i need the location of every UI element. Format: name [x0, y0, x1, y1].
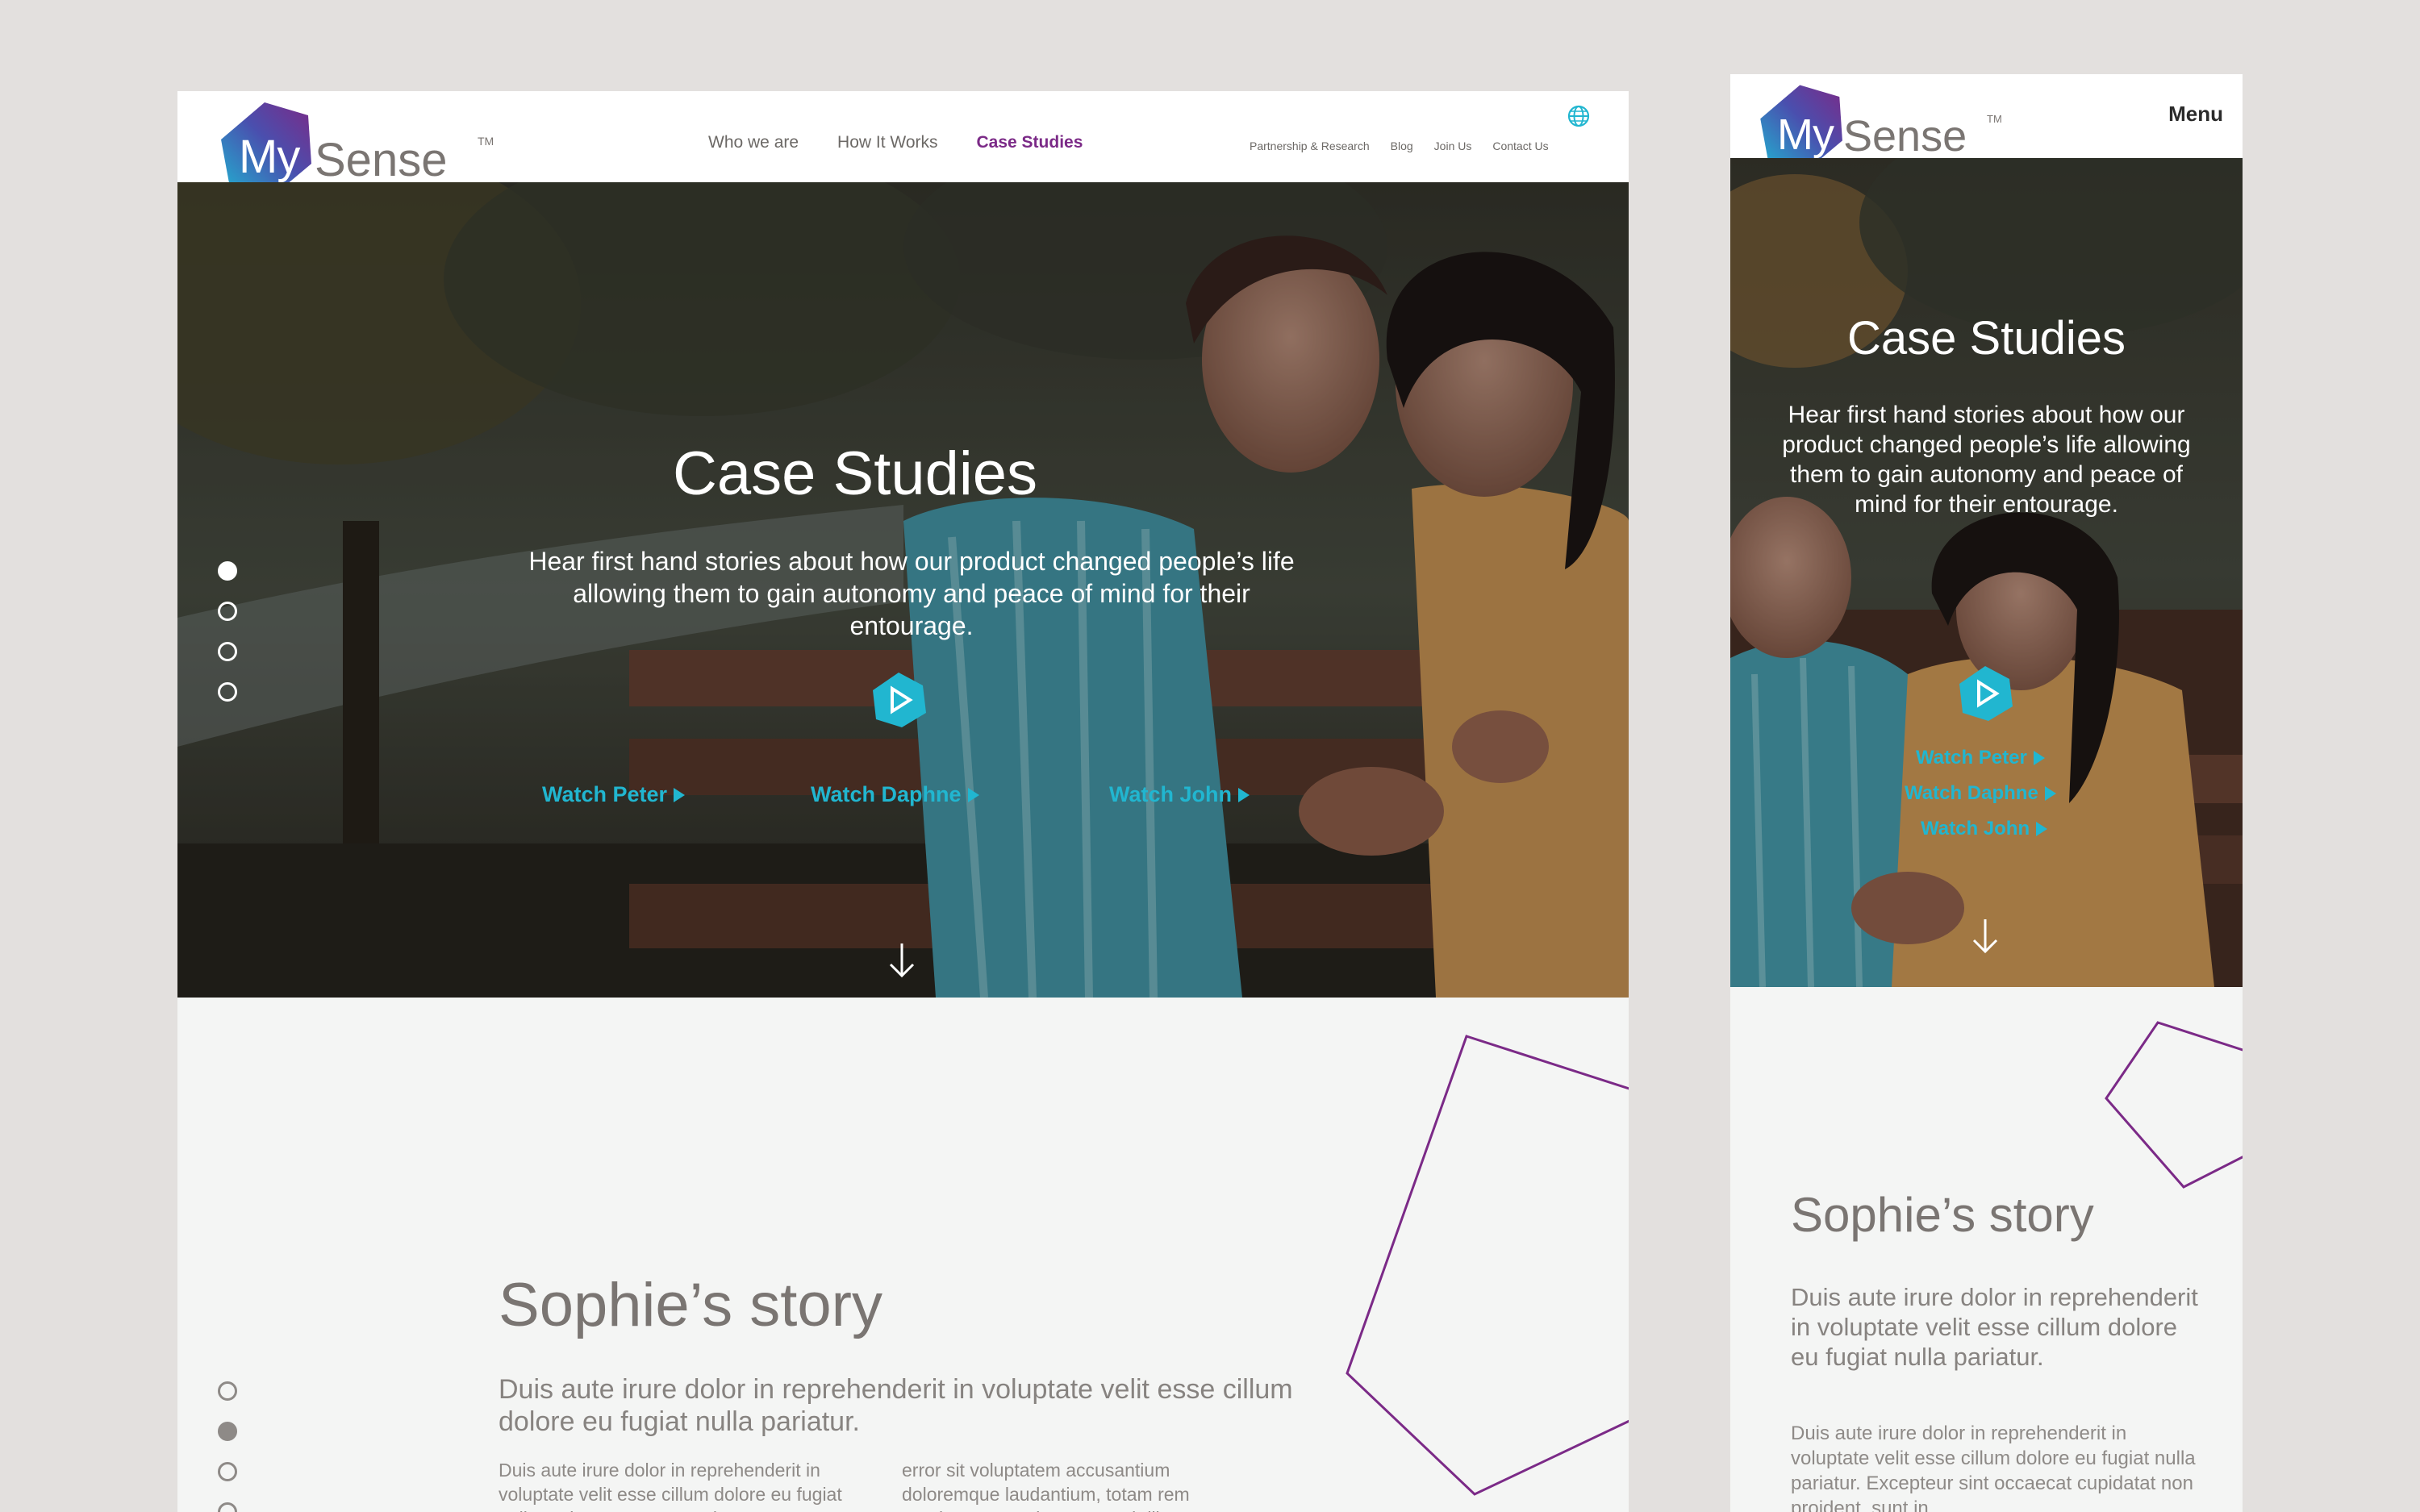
hero-subtitle: Hear first hand stories about how our pr… [1782, 402, 2191, 518]
nav-item-who-we-are[interactable]: Who we are [708, 133, 799, 152]
play-arrow-icon [2044, 786, 2056, 801]
scroll-down-arrow-icon[interactable] [1969, 916, 2001, 956]
play-arrow-icon [2033, 751, 2045, 765]
logo-my-text: My [1777, 110, 1834, 159]
nav-item-partnership[interactable]: Partnership & Research [1250, 140, 1370, 152]
nav-item-contact-us[interactable]: Contact Us [1492, 140, 1548, 152]
story-lead: Duis aute irure dolor in reprehenderit i… [499, 1374, 1293, 1437]
story-dot-2[interactable] [218, 1422, 237, 1441]
logo-sense-text: Sense [1843, 112, 1967, 160]
desktop-mockup: My Sense TM Who we are How It Works Case… [177, 91, 1629, 1512]
nav-item-join-us[interactable]: Join Us [1434, 140, 1472, 152]
nav-item-blog[interactable]: Blog [1391, 140, 1413, 152]
mobile-mockup: My Sense TM Menu Case Studies Hear first… [1730, 74, 2243, 1512]
story-dot-3[interactable] [218, 1462, 237, 1481]
desktop-hero: Case Studies Hear first hand stories abo… [177, 182, 1629, 998]
play-button-icon[interactable] [870, 671, 928, 729]
mobile-hero: Case Studies Hear first hand stories abo… [1730, 158, 2243, 987]
watch-daphne-link[interactable]: Watch Daphne [811, 782, 979, 807]
watch-peter-link[interactable]: Watch Peter [542, 782, 686, 807]
nav-item-case-studies[interactable]: Case Studies [977, 133, 1083, 152]
slide-dot-3[interactable] [218, 642, 237, 661]
watch-daphne-label: Watch Daphne [1905, 782, 2038, 804]
story-body-column-2: error sit voluptatem accusantium dolorem… [902, 1460, 1190, 1512]
watch-john-link[interactable]: Watch John [1109, 782, 1250, 807]
hero-title: Case Studies [672, 439, 1038, 508]
story-dot-1[interactable] [218, 1381, 237, 1401]
watch-daphne-link[interactable]: Watch Daphne [1905, 782, 2056, 805]
watch-daphne-label: Watch Daphne [811, 782, 962, 806]
watch-peter-label: Watch Peter [542, 782, 668, 806]
logo-sense-text: Sense [315, 134, 448, 186]
play-arrow-icon [674, 787, 686, 802]
hero-title: Case Studies [1847, 312, 2126, 364]
hero-photo [1730, 158, 2243, 987]
story-body: Duis aute irure dolor in reprehenderit i… [1791, 1422, 2196, 1512]
globe-icon[interactable] [1567, 104, 1591, 128]
watch-peter-link[interactable]: Watch Peter [1916, 747, 2045, 769]
desktop-header: My Sense TM Who we are How It Works Case… [177, 91, 1629, 198]
main-nav: Who we are How It Works Case Studies [708, 133, 1083, 152]
slide-dot-1[interactable] [218, 561, 237, 581]
play-arrow-icon [967, 787, 979, 802]
nav-item-how-it-works[interactable]: How It Works [837, 133, 937, 152]
hero-subtitle: Hear first hand stories about how our pr… [528, 547, 1295, 640]
slide-dot-2[interactable] [218, 602, 237, 621]
watch-peter-label: Watch Peter [1916, 747, 2027, 768]
story-title: Sophie’s story [1791, 1188, 2094, 1242]
mobile-header: My Sense TM Menu [1730, 74, 2243, 172]
play-arrow-icon [2036, 822, 2048, 836]
story-lead: Duis aute irure dolor in reprehenderit i… [1791, 1283, 2198, 1371]
watch-john-label: Watch John [1109, 782, 1232, 806]
watch-john-link[interactable]: Watch John [1921, 818, 2048, 840]
slide-dot-4[interactable] [218, 682, 237, 702]
play-button-icon[interactable] [1956, 664, 2014, 723]
utility-nav: Partnership & Research Blog Join Us Cont… [1250, 140, 1549, 152]
story-body-column-1: Duis aute irure dolor in reprehenderit i… [499, 1460, 842, 1512]
story-title: Sophie’s story [499, 1271, 882, 1339]
decorative-pentagon-outline [1346, 1035, 1629, 1496]
story-dot-4[interactable] [218, 1502, 237, 1512]
brand-logo[interactable]: My Sense TM [1754, 81, 2002, 172]
brand-logo[interactable]: My Sense TM [215, 98, 494, 198]
menu-button[interactable]: Menu [2168, 102, 2223, 127]
watch-john-label: Watch John [1921, 818, 2030, 839]
logo-trademark: TM [1987, 113, 2002, 125]
logo-my-text: My [239, 131, 300, 183]
logo-trademark: TM [478, 135, 494, 148]
decorative-pentagon-outline [2105, 1021, 2243, 1189]
scroll-down-arrow-icon[interactable] [886, 940, 918, 981]
play-arrow-icon [1238, 787, 1250, 802]
